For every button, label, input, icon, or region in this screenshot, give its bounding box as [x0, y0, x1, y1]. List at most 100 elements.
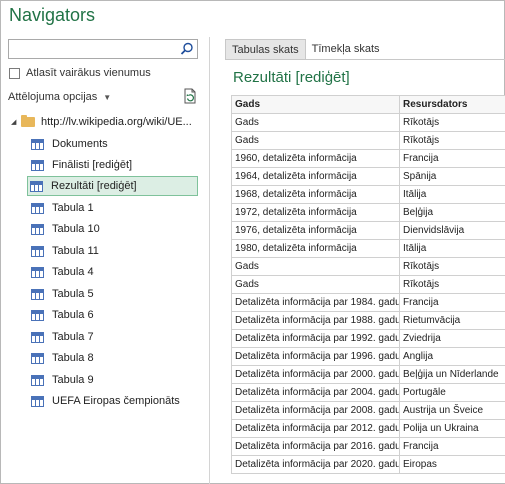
table-cell: 1968, detalizēta informācija: [231, 185, 400, 204]
table-cell: Gads: [231, 275, 400, 294]
refresh-icon[interactable]: [182, 88, 198, 104]
tree-item-label: Tabula 1: [52, 202, 94, 214]
table-cell: Zviedrija: [399, 329, 505, 348]
table-icon: [31, 223, 44, 235]
table-header-row: Gads Resursdators: [231, 95, 505, 114]
view-tabs: Tabulas skats Tīmekļa skats: [225, 39, 386, 59]
table-cell: Eiropas: [399, 455, 505, 474]
table-cell: Rīkotājs: [399, 275, 505, 294]
tree-item[interactable]: Tabula 9: [29, 370, 197, 390]
tree-item[interactable]: Tabula 8: [29, 348, 197, 368]
tree-item[interactable]: Tabula 10: [29, 219, 197, 239]
table-cell: Detalizēta informācija par 2020. gadu: [231, 455, 400, 474]
tab-web-view[interactable]: Tīmekļa skats: [306, 39, 386, 59]
table-cell: Portugāle: [399, 383, 505, 402]
table-cell: 1980, detalizēta informācija: [231, 239, 400, 258]
view-options-dropdown[interactable]: Attēlojuma opcijas ▼: [8, 91, 111, 103]
table-cell: Detalizēta informācija par 1996. gadu: [231, 347, 400, 366]
table-row: 1976, detalizēta informācija Dienvidslāvi…: [231, 221, 505, 240]
tree-item-label: UEFA Eiropas čempionāts: [52, 395, 180, 407]
table-row: Gads Rīkotājs: [231, 131, 505, 150]
table-row: Detalizēta informācija par 1996. gadu Ang…: [231, 347, 505, 366]
table-row: Detalizēta informācija par 2020. gadu Eir…: [231, 455, 505, 474]
tree-item[interactable]: UEFA Eiropas čempionāts: [29, 391, 197, 411]
table-cell: Rīkotājs: [399, 257, 505, 276]
table-cell: 1964, detalizēta informācija: [231, 167, 400, 186]
left-pane: Atlasīt vairākus vienumus Attēlojuma opc…: [1, 37, 207, 483]
tree-root-label: http://lv.wikipedia.org/wiki/UE...: [41, 116, 192, 128]
table-cell: Detalizēta informācija par 1984. gadu: [231, 293, 400, 312]
table-row: Gads Rīkotājs: [231, 113, 505, 132]
table-cell: Francija: [399, 149, 505, 168]
tree-item[interactable]: Tabula 7: [29, 327, 197, 347]
table-cell: Gads: [231, 131, 400, 150]
tab-table-view[interactable]: Tabulas skats: [225, 39, 306, 59]
table-icon: [31, 288, 44, 300]
tree-root[interactable]: ◢ http://lv.wikipedia.org/wiki/UE...: [11, 114, 192, 130]
window-title: Navigators: [9, 5, 96, 25]
tree-item[interactable]: Dokuments: [29, 134, 197, 154]
table-row: 1960, detalizēta informācija Francija: [231, 149, 505, 168]
table-cell: Itālija: [399, 185, 505, 204]
table-cell: Rīkotājs: [399, 131, 505, 150]
table-cell: Detalizēta informācija par 2000. gadu: [231, 365, 400, 384]
tab-divider: [225, 59, 505, 60]
view-options-label: Attēlojuma opcijas: [8, 91, 98, 103]
search-icon[interactable]: [180, 42, 194, 56]
table-cell: Anglija: [399, 347, 505, 366]
tree-item-label: Dokuments: [52, 138, 108, 150]
pane-splitter[interactable]: [209, 37, 210, 484]
table-row: 1968, detalizēta informācija Itālija: [231, 185, 505, 204]
tree-item-label: Tabula 5: [52, 288, 94, 300]
multi-select-option[interactable]: Atlasīt vairākus vienumus: [9, 67, 151, 79]
table-cell: Rīkotājs: [399, 113, 505, 132]
table-icon: [31, 395, 44, 407]
table-icon: [31, 352, 44, 364]
table-cell: Detalizēta informācija par 2016. gadu: [231, 437, 400, 456]
tree-item[interactable]: Tabula 11: [29, 241, 197, 261]
table-row: Detalizēta informācija par 1988. gadu Rie…: [231, 311, 505, 330]
multi-select-checkbox[interactable]: [9, 67, 20, 79]
search-box[interactable]: [8, 39, 198, 59]
preview-pane: Tabulas skats Tīmekļa skats Rezultāti [r…: [219, 37, 505, 483]
tree-item[interactable]: Tabula 5: [29, 284, 197, 304]
tree-item[interactable]: Tabula 1: [29, 198, 197, 218]
column-header[interactable]: Resursdators: [399, 95, 505, 114]
table-icon: [31, 202, 44, 214]
table-cell: Polija un Ukraina: [399, 419, 505, 438]
table-row: 1972, detalizēta informācija Beļģija: [231, 203, 505, 222]
table-cell: Beļģija un Nīderlande: [399, 365, 505, 384]
tree-item-selected[interactable]: Rezultāti [rediģēt]: [27, 176, 198, 196]
column-header[interactable]: Gads: [231, 95, 400, 114]
table-icon: [31, 374, 44, 386]
tree-item-label: Finālisti [rediģēt]: [52, 159, 133, 171]
table-cell: Francija: [399, 293, 505, 312]
table-cell: Gads: [231, 113, 400, 132]
table-cell: Detalizēta informācija par 2004. gadu: [231, 383, 400, 402]
table-cell: Beļģija: [399, 203, 505, 222]
preview-table: Gads Resursdators Gads Rīkotājs Gads Rīkot…: [231, 95, 505, 474]
table-cell: Austrija un Šveice: [399, 401, 505, 420]
table-cell: Gads: [231, 257, 400, 276]
table-row: Gads Rīkotājs: [231, 257, 505, 276]
table-icon: [31, 245, 44, 257]
table-cell: Detalizēta informācija par 1988. gadu: [231, 311, 400, 330]
tree-item[interactable]: Tabula 6: [29, 305, 197, 325]
preview-table-container[interactable]: Gads Resursdators Gads Rīkotājs Gads Rīkot…: [231, 95, 505, 483]
table-icon: [31, 266, 44, 278]
table-row: Detalizēta informācija par 1992. gadu Zvi…: [231, 329, 505, 348]
table-row: 1980, detalizēta informācija Itālija: [231, 239, 505, 258]
table-cell: Itālija: [399, 239, 505, 258]
tree-item[interactable]: Finālisti [rediģēt]: [29, 155, 197, 175]
folder-icon: [21, 115, 35, 127]
table-cell: Dienvidslāvija: [399, 221, 505, 240]
tree-item-label: Tabula 4: [52, 266, 94, 278]
table-row: 1964, detalizēta informācija Spānija: [231, 167, 505, 186]
navigator-window: Navigators Atlasīt vairākus vienumus Att…: [0, 0, 505, 484]
expand-arrow-icon[interactable]: ◢: [11, 118, 21, 126]
tree-item-label: Tabula 11: [52, 245, 99, 257]
search-input[interactable]: [9, 40, 179, 58]
tree-item[interactable]: Tabula 4: [29, 262, 197, 282]
tree-item-label: Tabula 10: [52, 223, 100, 235]
table-cell: Detalizēta informācija par 2012. gadu: [231, 419, 400, 438]
